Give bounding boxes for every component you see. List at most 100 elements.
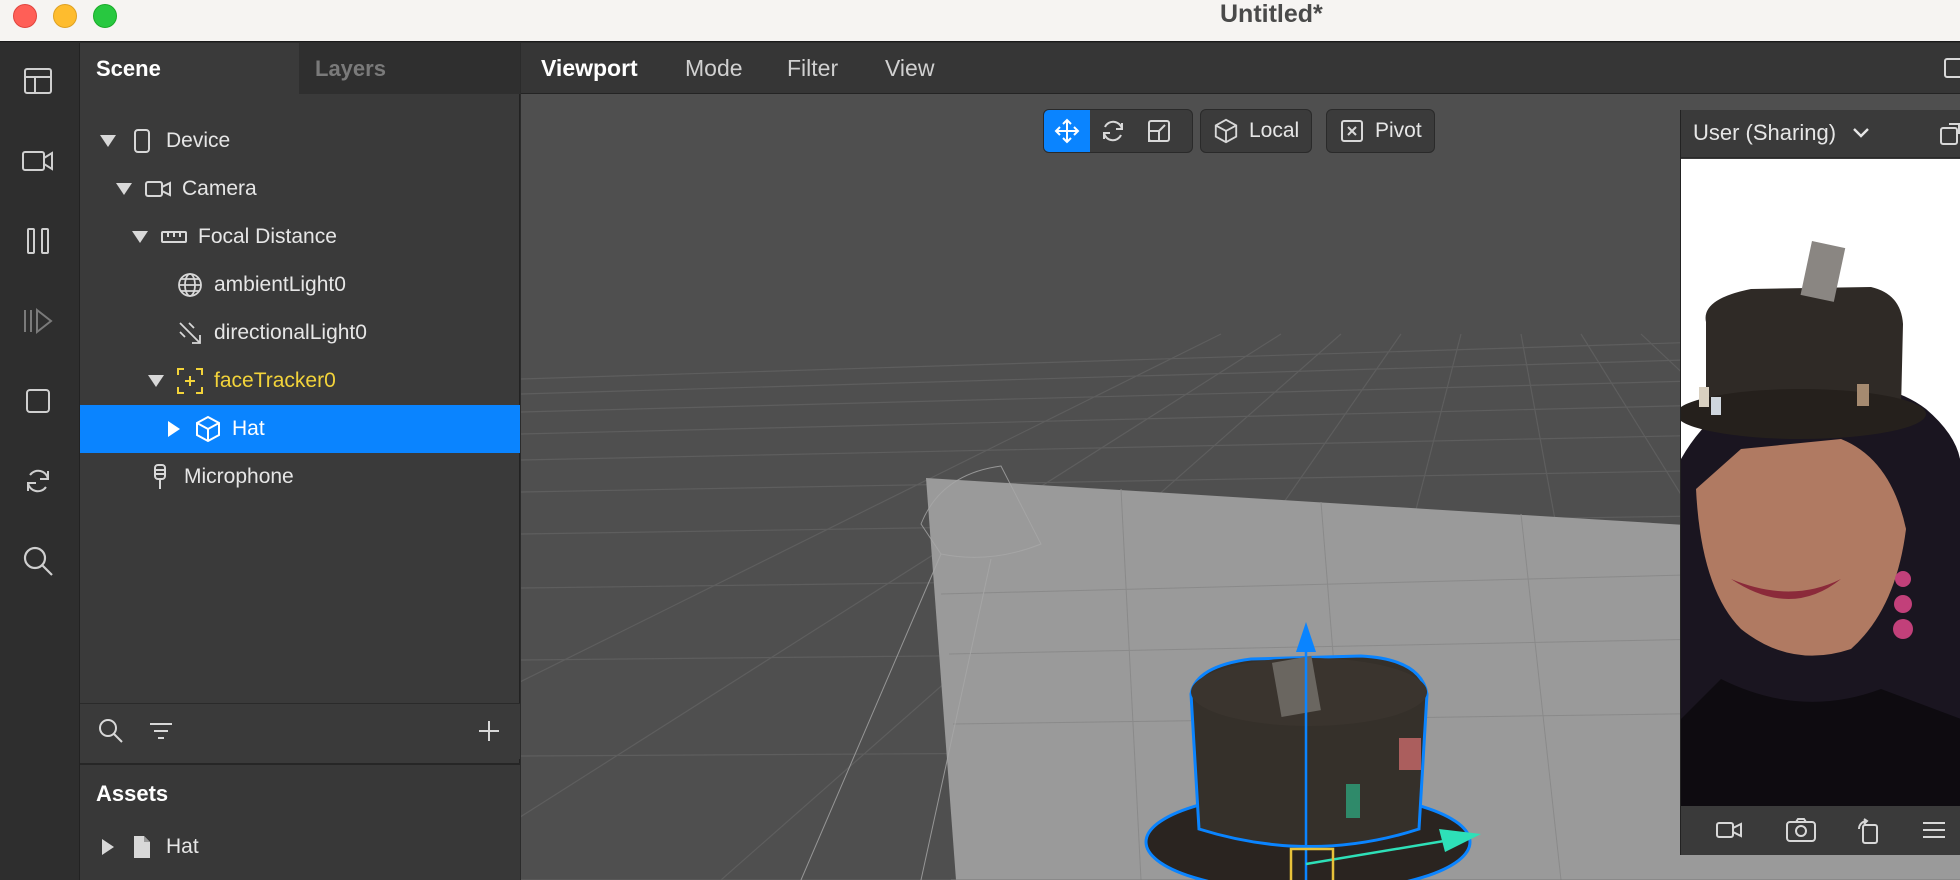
layout-button[interactable]: [18, 61, 58, 101]
tree-item-label: faceTracker0: [214, 369, 336, 392]
refresh-button[interactable]: [18, 461, 58, 501]
expand-arrow-icon[interactable]: [146, 371, 166, 391]
expand-arrow-icon[interactable]: [98, 837, 118, 857]
tree-item-label: Focal Distance: [198, 225, 337, 248]
filter-button[interactable]: [148, 720, 174, 747]
scene-panel: Scene Layers Device Camera Focal Distanc…: [80, 43, 520, 880]
tree-item-microphone[interactable]: Microphone: [80, 453, 520, 501]
step-forward-icon: [24, 307, 53, 335]
viewport-menubar: Viewport Mode Filter View: [521, 43, 1960, 94]
record-video-button[interactable]: [1715, 819, 1743, 846]
rotate-tool-button[interactable]: [1090, 110, 1136, 152]
rotate-icon: [1103, 120, 1123, 142]
tree-item-camera[interactable]: Camera: [80, 165, 520, 213]
pivot-button[interactable]: Pivot: [1326, 109, 1435, 153]
move-icon: [1054, 118, 1080, 144]
file-icon: [128, 833, 156, 861]
preview-header: User (Sharing): [1681, 110, 1960, 158]
pivot-label: Pivot: [1375, 119, 1422, 142]
tree-item-label: directionalLight0: [214, 321, 367, 344]
hat-3d-model[interactable]: [1144, 654, 1472, 880]
tree-item-directional-light[interactable]: directionalLight0: [80, 309, 520, 357]
tree-item-label: ambientLight0: [214, 273, 346, 296]
left-toolbar: [0, 43, 80, 880]
microphone-icon: [146, 463, 174, 491]
face-tracker-icon: [176, 367, 204, 395]
cube-icon: [1214, 118, 1238, 144]
expand-arrow-icon[interactable]: [130, 227, 150, 247]
external-link-icon: [1940, 123, 1960, 145]
collapse-arrow-icon[interactable]: [164, 419, 184, 439]
tab-scene[interactable]: Scene: [80, 43, 299, 94]
filter-icon: [150, 723, 172, 739]
tree-item-label: Camera: [182, 177, 257, 200]
tree-item-label: Hat: [232, 417, 265, 440]
tree-item-label: Device: [166, 129, 231, 152]
expand-arrow-icon[interactable]: [114, 179, 134, 199]
video-button[interactable]: [18, 141, 58, 181]
search-button[interactable]: [18, 541, 58, 581]
phone-icon: [128, 127, 156, 155]
tree-item-ambient-light[interactable]: ambientLight0: [80, 261, 520, 309]
globe-icon: [176, 271, 204, 299]
asset-item-label: Hat: [166, 835, 199, 858]
minimize-window-button[interactable]: [53, 4, 77, 28]
close-window-button[interactable]: [13, 4, 37, 28]
preview-footer: [1681, 806, 1960, 855]
assets-title: Assets: [96, 781, 169, 806]
pause-button[interactable]: [18, 221, 58, 261]
ruler-icon: [160, 223, 188, 251]
tab-layers[interactable]: Layers: [299, 43, 520, 94]
tree-item-label: Microphone: [184, 465, 294, 488]
video-camera-icon: [1716, 822, 1742, 838]
viewport[interactable]: Viewport Mode Filter View Local Pivot Us…: [521, 43, 1960, 880]
menu-filter[interactable]: Filter: [787, 43, 838, 94]
device-preview-panel: User (Sharing): [1680, 110, 1960, 855]
panel-toggle-button[interactable]: [1943, 57, 1960, 84]
move-tool-button[interactable]: [1044, 110, 1090, 152]
camera-preview-image: [1681, 159, 1960, 806]
camera-icon: [144, 175, 172, 203]
device-select-label: User (Sharing): [1693, 120, 1837, 145]
asset-item-hat[interactable]: Hat: [80, 823, 520, 871]
title-bar: Untitled*: [0, 0, 1960, 42]
tree-item-device[interactable]: Device: [80, 117, 520, 165]
layout-icon: [24, 68, 52, 94]
chevron-down-icon: [1853, 128, 1869, 138]
local-space-label: Local: [1249, 119, 1300, 142]
search-icon: [99, 719, 123, 743]
refresh-icon: [27, 469, 49, 493]
maximize-window-button[interactable]: [93, 4, 117, 28]
tree-item-face-tracker[interactable]: faceTracker0: [80, 357, 520, 405]
directional-light-icon: [176, 319, 204, 347]
panel-icon: [1944, 58, 1960, 78]
rotate-device-icon: [1858, 818, 1878, 844]
popout-button[interactable]: [1939, 122, 1960, 151]
rotate-device-button[interactable]: [1855, 817, 1881, 850]
local-space-button[interactable]: Local: [1200, 109, 1313, 153]
plus-icon: [479, 721, 499, 741]
pivot-icon: [1341, 120, 1363, 142]
panel-tabs: Scene Layers: [80, 43, 520, 94]
panel-toolbar: [80, 703, 520, 759]
hamburger-icon: [1923, 822, 1945, 838]
step-forward-button[interactable]: [18, 301, 58, 341]
expand-arrow-icon[interactable]: [98, 131, 118, 151]
tree-item-hat[interactable]: Hat: [80, 405, 520, 453]
capture-photo-button[interactable]: [1785, 817, 1817, 848]
menu-button[interactable]: [1921, 820, 1947, 845]
stop-icon: [26, 389, 50, 413]
tree-item-focal-distance[interactable]: Focal Distance: [80, 213, 520, 261]
device-select[interactable]: User (Sharing): [1693, 120, 1870, 146]
cube-icon: [194, 415, 222, 443]
scale-tool-button[interactable]: [1136, 110, 1182, 152]
scale-icon: [1148, 120, 1170, 142]
video-camera-icon: [22, 151, 53, 171]
menu-view[interactable]: View: [885, 43, 934, 94]
add-object-button[interactable]: [476, 718, 502, 749]
stop-button[interactable]: [18, 381, 58, 421]
menu-mode[interactable]: Mode: [685, 43, 743, 94]
search-button[interactable]: [98, 718, 124, 749]
pause-icon: [27, 228, 49, 254]
menu-viewport[interactable]: Viewport: [541, 43, 638, 94]
